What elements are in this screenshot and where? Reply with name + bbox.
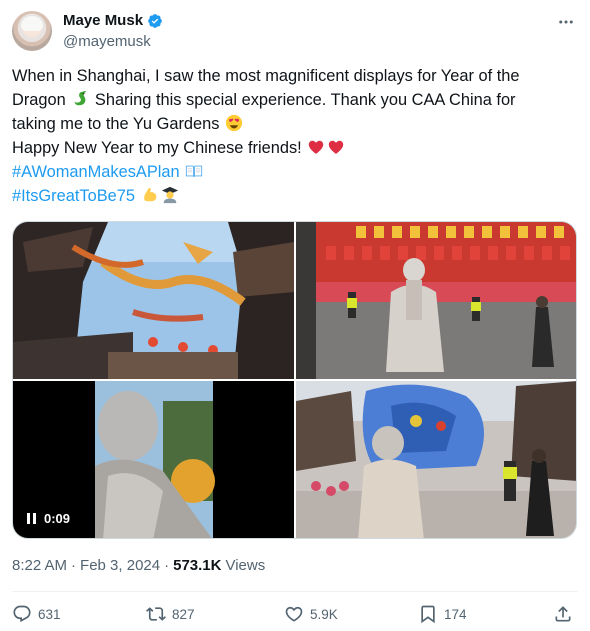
tweet-line: Dragon Sharing this special experience. … [12,88,572,112]
tweet-header: Maye Musk @mayemusk [12,8,578,52]
media-grid: 0:09 [12,221,577,539]
graduate-emoji-icon [161,186,178,204]
bookmark-icon [421,605,435,624]
tweet-text: When in Shanghai, I saw the most magnifi… [12,64,572,208]
reply-button[interactable]: 631 [12,604,61,624]
red-heart-emoji-icon [309,140,324,154]
tweet-text-segment: When in Shanghai, I saw the most magnifi… [12,67,520,85]
meta-separator: · [71,557,77,574]
verified-badge-icon [148,13,162,28]
photo-blue-dragon-image [296,381,576,538]
share-button[interactable] [553,604,573,624]
bookmark-button[interactable]: 174 [418,604,467,624]
retweet-button[interactable]: 827 [146,604,195,624]
tweet-text-segment: Dragon [12,91,66,109]
tweet-time[interactable]: 8:22 AM [12,557,67,574]
author-name[interactable]: Maye Musk [63,12,143,29]
tweet-date[interactable]: Feb 3, 2024 [80,557,160,574]
avatar[interactable] [12,11,52,51]
tweet-line: When in Shanghai, I saw the most magnifi… [12,64,572,88]
dragon-emoji-icon [74,91,87,106]
tweet-actions: 631 827 5.9K 174 [12,604,578,628]
photo-woman-lantern-wall[interactable] [296,222,576,379]
photo-woman-lantern-wall-image [296,222,576,379]
tweet-line: taking me to the Yu Gardens [12,112,572,136]
hashtag-link[interactable]: #AWomanMakesAPlan [12,163,180,181]
tweet-line: Happy New Year to my Chinese friends! [12,136,572,160]
tweet-meta: 8:22 AM · Feb 3, 2024 · 573.1K Views [12,557,265,574]
views-count: 573.1K [173,557,222,574]
video-time-label: 0:09 [44,511,71,526]
hashtag-link[interactable]: #ItsGreatToBe75 [12,187,135,205]
video-woman-filming[interactable]: 0:09 [13,381,294,538]
author-handle[interactable]: @mayemusk [63,33,151,50]
photo-blue-dragon[interactable] [296,381,576,538]
heart-icon [285,606,303,622]
flexed-biceps-emoji-icon [143,188,156,202]
retweet-count: 827 [172,606,195,622]
meta-separator: · [164,557,170,574]
like-button[interactable]: 5.9K [284,604,338,624]
share-icon [555,606,571,622]
retweet-icon [146,607,166,621]
tweet-text-segment: Happy New Year to my Chinese friends! [12,139,302,157]
tweet-line: #AWomanMakesAPlan [12,160,572,184]
like-count: 5.9K [310,606,338,622]
pause-icon[interactable] [27,513,36,524]
video-timestamp[interactable]: 0:09 [27,511,70,526]
red-heart-emoji-icon [329,140,344,154]
author-name-row: Maye Musk [63,12,163,29]
divider [12,591,578,592]
reply-icon [13,605,31,623]
tweet-line: #ItsGreatToBe75 [12,184,572,208]
open-book-emoji-icon [186,165,203,178]
reply-count: 631 [38,606,61,622]
views-label: Views [225,557,266,574]
photo-yu-garden-dragon[interactable] [13,222,294,379]
bookmark-count: 174 [444,606,467,622]
more-dots-icon[interactable] [556,12,576,32]
tweet-text-segment: taking me to the Yu Gardens [12,115,220,133]
tweet-text-segment: Sharing this special experience. Thank y… [94,91,516,109]
heart-eyes-emoji-icon [225,114,243,132]
photo-yu-garden-dragon-image [13,222,294,379]
